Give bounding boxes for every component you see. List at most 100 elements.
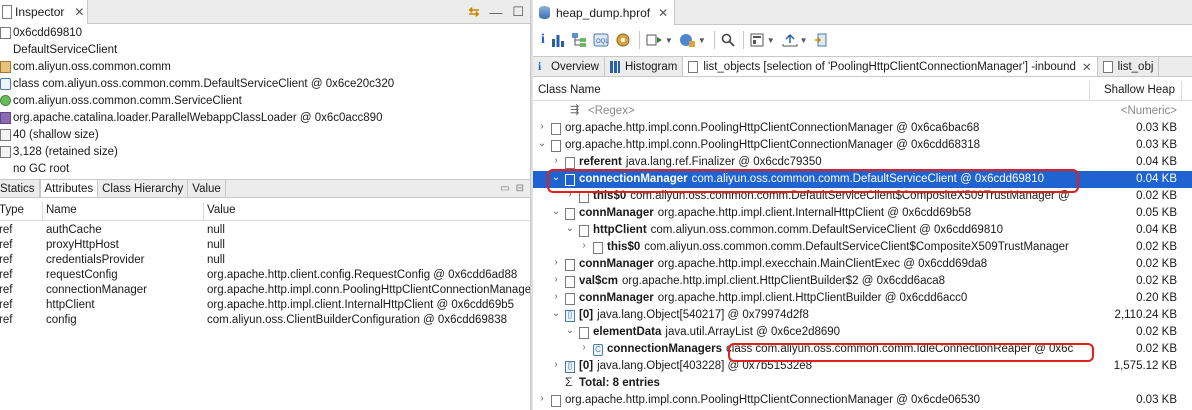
column-divider[interactable] bbox=[1089, 81, 1090, 101]
histogram-icon[interactable] bbox=[551, 30, 565, 50]
column-name-header[interactable]: Name bbox=[46, 204, 77, 216]
object-label: java.lang.ref.Finalizer @ 0x6cdc79350 bbox=[625, 156, 822, 168]
object-label: com.aliyun.oss.common.comm.DefaultServic… bbox=[691, 173, 1044, 185]
close-icon[interactable]: ✕ bbox=[658, 6, 668, 20]
tree-row[interactable]: › org.apache.http.impl.conn.PoolingHttpCl… bbox=[533, 120, 1192, 137]
tree-row[interactable]: › CconnectionManagers class com.aliyun.oss… bbox=[533, 341, 1192, 358]
attribute-type: ref bbox=[0, 254, 13, 266]
expand-arrow-icon[interactable]: › bbox=[579, 240, 589, 251]
column-divider[interactable] bbox=[42, 202, 43, 221]
tree-row[interactable]: › referent java.lang.ref.Finalizer @ 0x6cd… bbox=[533, 154, 1192, 171]
attribute-row[interactable]: ref credentialsProvider null bbox=[0, 253, 530, 268]
tab-list_objects[interactable]: list_objects [selection of 'PoolingHttpC… bbox=[683, 57, 1098, 76]
numeric-filter-input[interactable]: <Numeric> bbox=[1121, 105, 1177, 117]
column-type-header[interactable]: Type bbox=[0, 204, 24, 216]
regex-filter-row[interactable]: ⇶ <Regex> <Numeric> bbox=[533, 103, 1192, 120]
field-name: val$cm bbox=[579, 275, 619, 287]
column-divider[interactable] bbox=[1181, 81, 1182, 101]
attribute-row[interactable]: ref requestConfig org.apache.http.client.c… bbox=[0, 268, 530, 283]
tree-row[interactable]: ⌄ connectionManager com.aliyun.oss.common.… bbox=[533, 171, 1192, 188]
field-name: elementData bbox=[593, 326, 662, 338]
dominator-tree-icon[interactable] bbox=[571, 30, 587, 50]
class-name-column-header[interactable]: Class Name bbox=[538, 84, 601, 96]
tab-histogram[interactable]: Histogram bbox=[605, 57, 684, 76]
thread-overview-icon[interactable] bbox=[615, 30, 631, 50]
tree-label: this$0 com.aliyun.oss.common.comm.Default… bbox=[593, 190, 1070, 202]
oql-icon[interactable]: OQL bbox=[593, 30, 609, 50]
collapse-arrow-icon[interactable]: ⌄ bbox=[551, 172, 561, 183]
expand-arrow-icon[interactable]: › bbox=[537, 393, 547, 404]
tree-row[interactable]: › this$0 com.aliyun.oss.common.comm.Defaul… bbox=[533, 188, 1192, 205]
collapse-arrow-icon[interactable]: ⌄ bbox=[565, 223, 575, 234]
regex-icon: ⇶ bbox=[570, 104, 580, 116]
expand-arrow-icon[interactable]: › bbox=[551, 155, 561, 166]
tree-row[interactable]: ⌄ connManager org.apache.http.impl.client.… bbox=[533, 205, 1192, 222]
column-value-header[interactable]: Value bbox=[207, 204, 236, 216]
column-divider[interactable] bbox=[203, 202, 204, 221]
attribute-name: proxyHttpHost bbox=[46, 239, 119, 251]
tab-statics[interactable]: Statics bbox=[0, 180, 40, 197]
attribute-row[interactable]: ref authCache null bbox=[0, 223, 530, 238]
calculate-retained-size-icon[interactable]: ▼ bbox=[750, 30, 775, 50]
tree-row[interactable]: › val$cm org.apache.http.impl.client.HttpC… bbox=[533, 273, 1192, 290]
attribute-name: httpClient bbox=[46, 299, 95, 311]
field-name: connectionManagers bbox=[607, 343, 723, 355]
tab-list_obj[interactable]: list_obj bbox=[1098, 57, 1160, 76]
inspector-tabbar: Inspector ✕ ⇆ — ☐ bbox=[0, 0, 530, 24]
info-row: org.apache.catalina.loader.ParallelWebap… bbox=[0, 109, 530, 126]
field-name: this$0 bbox=[607, 241, 641, 253]
heap-dump-tab[interactable]: heap_dump.hprof ✕ bbox=[533, 0, 675, 25]
expand-arrow-icon[interactable]: › bbox=[551, 359, 561, 370]
collapse-arrow-icon[interactable]: ⌄ bbox=[551, 308, 561, 319]
pin-icon[interactable] bbox=[814, 30, 830, 50]
maximize-icon[interactable]: ⊟ bbox=[516, 183, 524, 194]
tab-overview[interactable]: i Overview bbox=[533, 57, 605, 76]
collapse-arrow-icon[interactable]: ⌄ bbox=[537, 138, 547, 149]
tree-label: Total: 8 entries bbox=[579, 377, 660, 389]
tab-label: list_objects [selection of 'PoolingHttpC… bbox=[703, 60, 1076, 73]
tree-row[interactable]: › this$0 com.aliyun.oss.common.comm.Defaul… bbox=[533, 239, 1192, 256]
expand-arrow-icon[interactable]: › bbox=[565, 189, 575, 200]
tree-row[interactable]: ⌄ httpClient com.aliyun.oss.common.comm.De… bbox=[533, 222, 1192, 239]
query-browser-icon[interactable]: ▼ bbox=[679, 30, 706, 50]
info-icon[interactable]: i bbox=[541, 30, 545, 50]
attribute-row[interactable]: ref connectionManager org.apache.http.impl… bbox=[0, 283, 530, 298]
collapse-arrow-icon[interactable]: ⌄ bbox=[551, 206, 561, 217]
tab-class-hierarchy[interactable]: Class Hierarchy bbox=[98, 180, 189, 197]
inspector-tab[interactable]: Inspector ✕ bbox=[0, 0, 88, 24]
tab-value[interactable]: Value bbox=[188, 180, 226, 197]
maximize-icon[interactable]: ☐ bbox=[512, 4, 524, 20]
tree-row[interactable]: Σ Total: 8 entries bbox=[533, 375, 1192, 392]
close-icon[interactable]: ✕ bbox=[74, 5, 84, 19]
attribute-row[interactable]: ref proxyHttpHost null bbox=[0, 238, 530, 253]
retained-size-icon bbox=[0, 145, 11, 158]
regex-filter-input[interactable]: <Regex> bbox=[588, 105, 635, 117]
expand-arrow-icon[interactable]: › bbox=[551, 291, 561, 302]
attribute-row[interactable]: ref httpClient org.apache.http.impl.client… bbox=[0, 298, 530, 313]
tree-row[interactable]: › [] [0] java.lang.Object[403228] @ 0x7b515… bbox=[533, 358, 1192, 375]
tree-row[interactable]: › connManager org.apache.http.impl.client.… bbox=[533, 290, 1192, 307]
expand-arrow-icon[interactable]: › bbox=[579, 342, 589, 353]
collapse-arrow-icon[interactable]: ⌄ bbox=[565, 325, 575, 336]
attribute-row[interactable]: ref config com.aliyun.oss.ClientBuilderCon… bbox=[0, 313, 530, 328]
tree-row[interactable]: ⌄ org.apache.http.impl.conn.PoolingHttpCl… bbox=[533, 137, 1192, 154]
expand-arrow-icon[interactable]: › bbox=[551, 257, 561, 268]
close-icon[interactable]: ✕ bbox=[1082, 60, 1092, 74]
minimize-icon[interactable]: — bbox=[489, 5, 502, 20]
shallow-heap-column-header[interactable]: Shallow Heap bbox=[1104, 84, 1175, 96]
tab-label: list_obj bbox=[1117, 60, 1154, 73]
tree-row[interactable]: › connManager org.apache.http.impl.execcha… bbox=[533, 256, 1192, 273]
info-text: class com.aliyun.oss.common.comm.Default… bbox=[13, 77, 395, 90]
minimize-icon[interactable]: ▭ bbox=[500, 183, 509, 194]
sync-arrows-icon[interactable]: ⇆ bbox=[468, 4, 479, 20]
search-icon[interactable] bbox=[721, 30, 735, 50]
export-icon[interactable]: ▼ bbox=[781, 30, 808, 50]
tree-row[interactable]: › org.apache.http.impl.conn.PoolingHttpCl… bbox=[533, 392, 1192, 409]
run-report-icon[interactable]: ▼ bbox=[646, 30, 673, 50]
expand-arrow-icon[interactable]: › bbox=[537, 121, 547, 132]
expand-arrow-icon[interactable]: › bbox=[551, 274, 561, 285]
tab-attributes[interactable]: Attributes bbox=[39, 180, 99, 197]
tree-row[interactable]: ⌄ [] [0] java.lang.Object[540217] @ 0x79974… bbox=[533, 307, 1192, 324]
tree-row[interactable]: ⌄ elementData java.util.ArrayList @ 0x6ce2… bbox=[533, 324, 1192, 341]
database-icon bbox=[539, 6, 550, 19]
